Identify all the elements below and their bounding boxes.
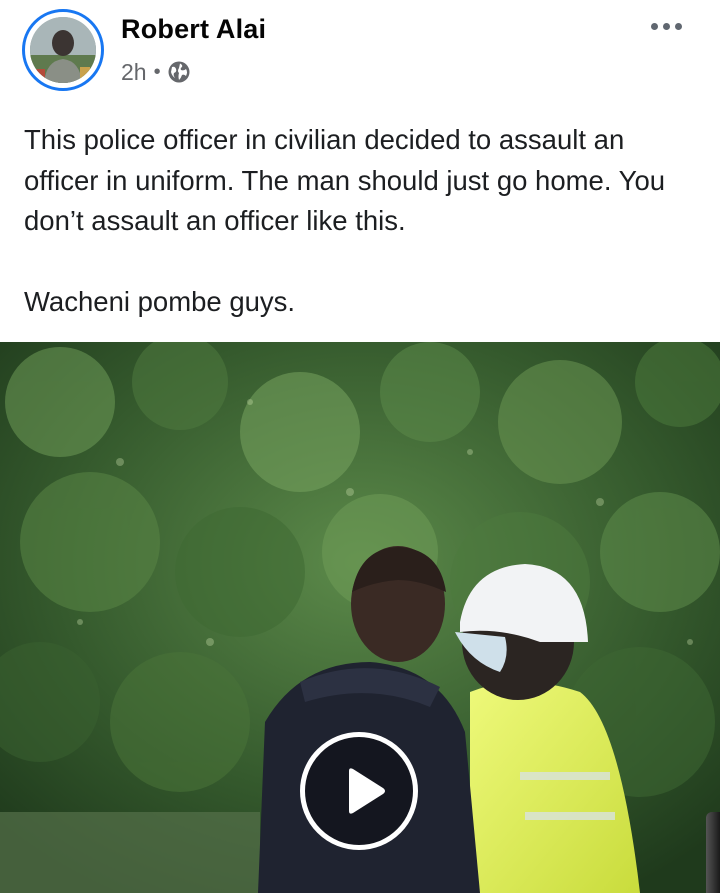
video-thumbnail[interactable] (0, 342, 720, 893)
more-dot (662, 22, 670, 30)
meta-separator: • (153, 60, 161, 83)
caption-paragraph: Wacheni pombe guys. (24, 285, 296, 317)
avatar-photo (30, 17, 96, 83)
more-options-icon[interactable] (640, 10, 692, 42)
play-icon[interactable] (300, 732, 418, 850)
side-overlay-edge (706, 812, 720, 893)
post-timestamp[interactable]: 2h (121, 59, 147, 86)
more-dot (650, 22, 658, 30)
facebook-post: Robert Alai 2h • This police officer in … (0, 0, 720, 893)
post-meta: 2h • (121, 58, 191, 86)
post-caption: This police officer in civilian decided … (24, 120, 704, 322)
author-avatar[interactable] (22, 9, 104, 91)
caption-paragraph: This police officer in civilian decided … (24, 124, 666, 236)
post-header: Robert Alai 2h • (0, 0, 720, 100)
more-dot (674, 22, 682, 30)
author-name[interactable]: Robert Alai (121, 14, 266, 45)
globe-icon[interactable] (167, 60, 191, 84)
